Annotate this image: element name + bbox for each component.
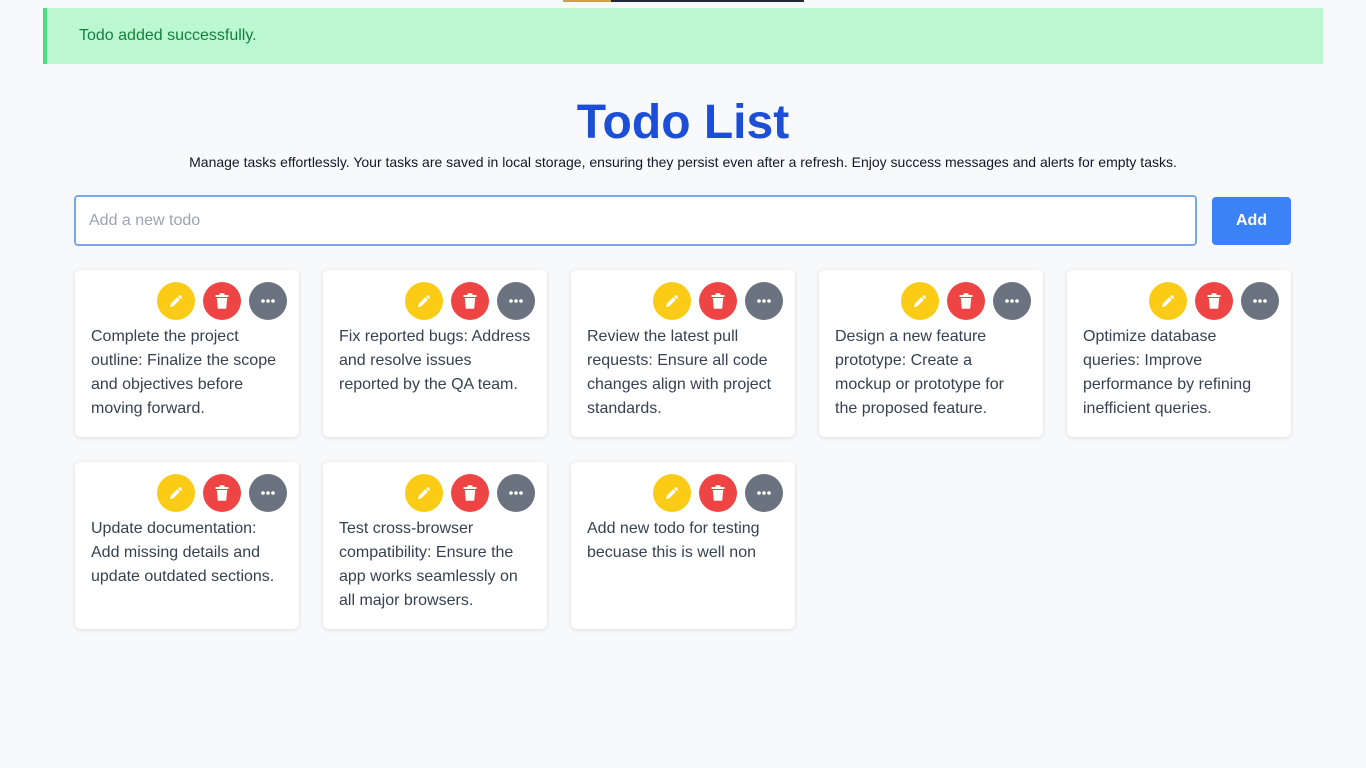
more-dots-icon <box>1253 299 1267 303</box>
more-dots-icon <box>509 299 523 303</box>
delete-button[interactable] <box>451 282 489 320</box>
trash-icon <box>711 293 725 309</box>
more-button[interactable] <box>745 282 783 320</box>
trash-icon <box>463 485 477 501</box>
delete-button[interactable] <box>947 282 985 320</box>
more-button[interactable] <box>249 282 287 320</box>
edit-button[interactable] <box>157 282 195 320</box>
todo-actions <box>653 282 783 320</box>
trash-icon <box>215 293 229 309</box>
todo-text: Fix reported bugs: Address and resolve i… <box>339 328 531 393</box>
todo-card: Design a new feature prototype: Create a… <box>819 270 1043 437</box>
more-dots-icon <box>509 491 523 495</box>
success-alert: Todo added successfully. <box>43 8 1323 64</box>
todo-card: Complete the project outline: Finalize t… <box>75 270 299 437</box>
more-dots-icon <box>261 491 275 495</box>
more-button[interactable] <box>993 282 1031 320</box>
todo-actions <box>157 282 287 320</box>
edit-button[interactable] <box>405 282 443 320</box>
todo-card: Add new todo for testing becuase this is… <box>571 462 795 629</box>
todo-actions <box>1149 282 1279 320</box>
todo-text: Optimize database queries: Improve perfo… <box>1083 328 1252 417</box>
top-strip <box>563 0 804 2</box>
edit-button[interactable] <box>157 474 195 512</box>
top-strip-accent <box>563 0 611 2</box>
todo-actions <box>405 474 535 512</box>
todo-actions <box>653 474 783 512</box>
todo-actions <box>901 282 1031 320</box>
pencil-icon <box>666 487 678 499</box>
edit-button[interactable] <box>901 282 939 320</box>
pencil-icon <box>1162 295 1174 307</box>
todo-text: Design a new feature prototype: Create a… <box>835 328 1004 417</box>
trash-icon <box>1207 293 1221 309</box>
more-dots-icon <box>261 299 275 303</box>
success-alert-message: Todo added successfully. <box>79 27 257 44</box>
todo-card: Optimize database queries: Improve perfo… <box>1067 270 1291 437</box>
pencil-icon <box>170 295 182 307</box>
trash-icon <box>711 485 725 501</box>
edit-button[interactable] <box>405 474 443 512</box>
delete-button[interactable] <box>203 474 241 512</box>
todo-input[interactable] <box>74 195 1197 246</box>
page-subtitle: Manage tasks effortlessly. Your tasks ar… <box>189 154 1177 170</box>
add-button[interactable]: Add <box>1212 197 1291 245</box>
todo-card: Review the latest pull requests: Ensure … <box>571 270 795 437</box>
more-dots-icon <box>757 299 771 303</box>
more-dots-icon <box>757 491 771 495</box>
delete-button[interactable] <box>1195 282 1233 320</box>
todo-text: Review the latest pull requests: Ensure … <box>587 328 772 417</box>
todo-text: Test cross-browser compatibility: Ensure… <box>339 520 518 609</box>
more-button[interactable] <box>1241 282 1279 320</box>
todo-card: Update documentation: Add missing detail… <box>75 462 299 629</box>
more-button[interactable] <box>249 474 287 512</box>
todo-text: Complete the project outline: Finalize t… <box>91 328 276 417</box>
page-title: Todo List <box>576 96 790 149</box>
todo-card: Test cross-browser compatibility: Ensure… <box>323 462 547 629</box>
trash-icon <box>215 485 229 501</box>
add-todo-form: Add <box>74 195 1291 247</box>
edit-button[interactable] <box>653 282 691 320</box>
todo-grid: Complete the project outline: Finalize t… <box>75 270 1291 629</box>
pencil-icon <box>914 295 926 307</box>
todo-card: Fix reported bugs: Address and resolve i… <box>323 270 547 437</box>
delete-button[interactable] <box>699 282 737 320</box>
delete-button[interactable] <box>699 474 737 512</box>
more-button[interactable] <box>497 474 535 512</box>
todo-text: Add new todo for testing becuase this is… <box>587 520 760 561</box>
pencil-icon <box>170 487 182 499</box>
todo-actions <box>405 282 535 320</box>
pencil-icon <box>418 295 430 307</box>
more-button[interactable] <box>745 474 783 512</box>
trash-icon <box>959 293 973 309</box>
delete-button[interactable] <box>451 474 489 512</box>
todo-actions <box>157 474 287 512</box>
edit-button[interactable] <box>1149 282 1187 320</box>
edit-button[interactable] <box>653 474 691 512</box>
pencil-icon <box>666 295 678 307</box>
delete-button[interactable] <box>203 282 241 320</box>
more-button[interactable] <box>497 282 535 320</box>
todo-text: Update documentation: Add missing detail… <box>91 520 275 585</box>
trash-icon <box>463 293 477 309</box>
pencil-icon <box>418 487 430 499</box>
more-dots-icon <box>1005 299 1019 303</box>
